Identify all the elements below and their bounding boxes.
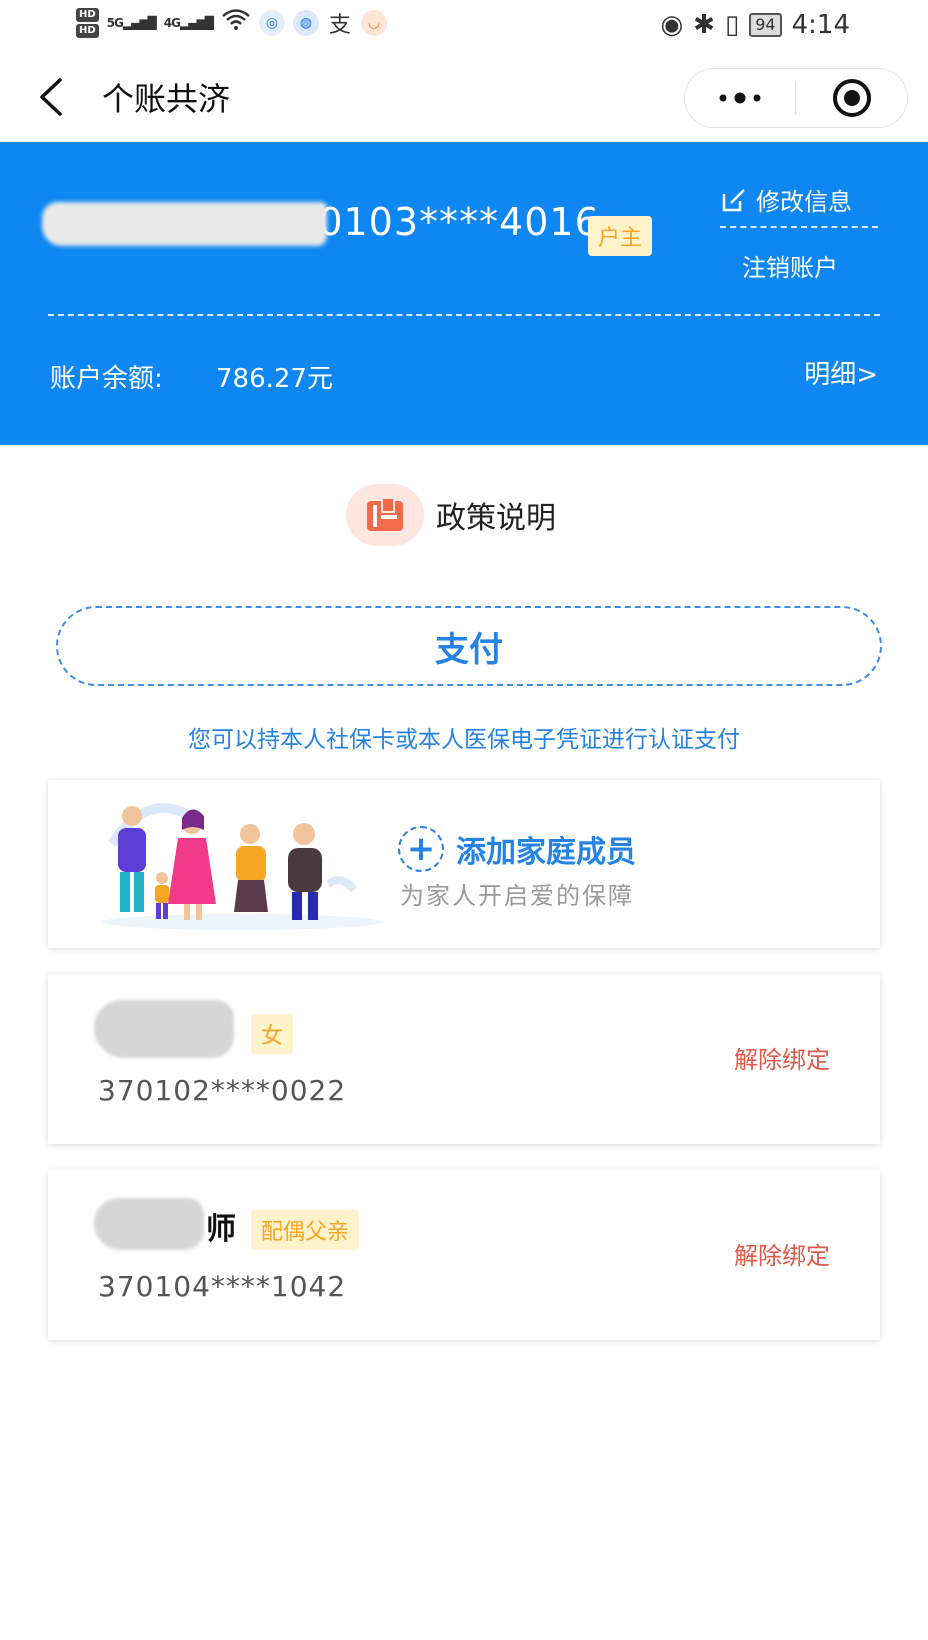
- more-dots-icon: [719, 92, 761, 104]
- battery-indicator: 94: [749, 13, 782, 37]
- vibrate-icon: ▯: [724, 10, 740, 40]
- alipay-app-icon: 支: [328, 13, 351, 38]
- edit-icon: [722, 188, 745, 211]
- redacted-member-name: [94, 1198, 204, 1250]
- browser-app-icon: ◎: [258, 10, 285, 36]
- member-id-masked: 370102****0022: [98, 1074, 347, 1107]
- cancel-account-link[interactable]: 注销账户: [742, 248, 838, 283]
- hd-badge-1: HD: [76, 8, 99, 22]
- policy-link[interactable]: 政策说明: [346, 484, 556, 546]
- status-bar: HD HD 5G▂▄▆█ 4G▂▄▆█ ◎ ◍ 支 ◡ ◉ ✱ ▯ 94 4:1…: [0, 0, 928, 54]
- unbind-button[interactable]: 解除绑定: [734, 1236, 830, 1271]
- hd-indicators: HD HD: [76, 8, 99, 38]
- account-header-card: XXXXXXXXXX0103****4016 户主 修改信息 注销账户 账户余额…: [0, 142, 928, 445]
- target-close-icon: [833, 79, 871, 117]
- status-left: HD HD 5G▂▄▆█ 4G▂▄▆█ ◎ ◍ 支 ◡: [76, 8, 387, 38]
- title-bar: 个账共济: [0, 54, 928, 142]
- member-name-visible-part: 师: [206, 1212, 236, 1247]
- balance-label: 账户余额:: [50, 364, 163, 394]
- policy-document-icon: [346, 484, 424, 546]
- redacted-member-name: [94, 1000, 234, 1058]
- more-button[interactable]: [685, 69, 795, 127]
- add-family-member-card[interactable]: + 添加家庭成员 为家人开启爱的保障: [48, 780, 880, 948]
- member-relation-badge: 配偶父亲: [251, 1210, 360, 1250]
- policy-label: 政策说明: [436, 501, 556, 536]
- plus-circle-icon: +: [398, 826, 444, 872]
- capsule-divider: [795, 81, 796, 115]
- network-4g-label: 4G: [163, 16, 181, 30]
- close-miniprogram-button[interactable]: [797, 69, 907, 127]
- page-title: 个账共济: [102, 80, 231, 118]
- clock: 4:14: [791, 10, 850, 40]
- member-gender-badge: 女: [251, 1014, 294, 1054]
- member-card: 女 370102****0022 解除绑定: [48, 974, 880, 1144]
- chevron-left-icon: [40, 78, 62, 116]
- back-button[interactable]: [30, 72, 74, 122]
- miniprogram-capsule: [684, 68, 908, 128]
- signal-5g: 5G▂▄▆█: [106, 16, 157, 30]
- redacted-holder-name: [42, 202, 327, 246]
- detail-link[interactable]: 明细>: [804, 354, 878, 391]
- balance-value: 786.27元: [216, 364, 333, 394]
- add-member-title: + 添加家庭成员: [398, 826, 636, 872]
- add-member-label: 添加家庭成员: [456, 835, 636, 870]
- status-right: ◉ ✱ ▯ 94 4:14: [660, 10, 850, 40]
- hd-badge-2: HD: [76, 24, 99, 38]
- bluetooth-icon: ✱: [693, 10, 715, 40]
- wifi-icon: [221, 8, 251, 38]
- edit-info-link[interactable]: 修改信息: [720, 182, 852, 217]
- dashed-divider: [48, 314, 880, 316]
- member-id-masked: 370104****1042: [98, 1270, 347, 1303]
- dashed-divider-short: [720, 226, 878, 228]
- family-illustration: [102, 803, 382, 930]
- pay-hint: 您可以持本人社保卡或本人医保电子凭证进行认证支付: [188, 727, 740, 753]
- unbind-button[interactable]: 解除绑定: [734, 1040, 830, 1075]
- network-5g-label: 5G: [106, 16, 124, 30]
- eye-icon: ◉: [660, 10, 684, 40]
- holder-id-number: 0103****4016: [318, 200, 600, 244]
- role-badge: 户主: [588, 216, 653, 256]
- orange-app-icon: ◡: [360, 10, 387, 36]
- member-card: 师 配偶父亲 370104****1042 解除绑定: [48, 1170, 880, 1340]
- signal-4g: 4G▂▄▆█: [163, 16, 214, 30]
- add-member-subtitle: 为家人开启爱的保障: [400, 882, 634, 910]
- globe-app-icon: ◍: [292, 10, 319, 36]
- edit-info-label: 修改信息: [756, 188, 852, 216]
- pay-button[interactable]: 支付: [56, 606, 882, 686]
